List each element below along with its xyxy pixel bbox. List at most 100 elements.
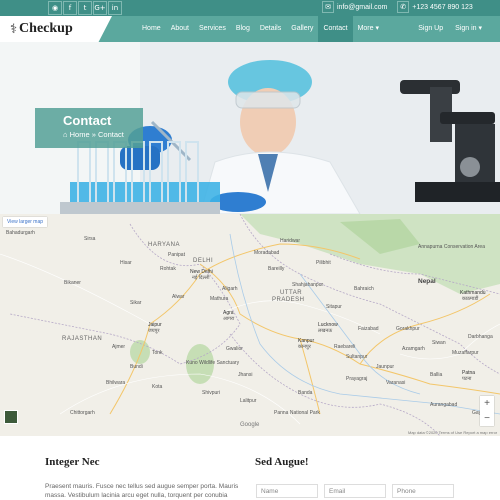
breadcrumb-home[interactable]: Home: [70, 130, 90, 139]
map-label: Chittorgarh: [70, 410, 95, 416]
signin-dropdown[interactable]: Sign in ▾: [449, 16, 488, 42]
map-label: Bareilly: [268, 266, 285, 272]
main-navbar: ⚕ Checkup Home About Services Blog Detai…: [0, 16, 500, 42]
map-label: UTTAR: [280, 290, 303, 296]
contact-info: ✉ info@gmail.com ✆ +123 4567 890 123: [322, 1, 483, 13]
map-label: Raebareli: [334, 344, 356, 350]
signup-link[interactable]: Sign Up: [412, 16, 449, 42]
page-title: Contact: [63, 113, 112, 128]
social-links: ◉ f t G+ in: [48, 1, 122, 15]
map-label: जयपुर: [148, 328, 160, 334]
phone-input[interactable]: [392, 484, 454, 498]
map-label: Kuno Wildlife Sanctuary: [186, 360, 240, 366]
map-label: Bikaner: [64, 280, 81, 286]
map-type-toggle[interactable]: [4, 410, 18, 424]
brand-name: Checkup: [19, 21, 73, 36]
map-label: Faizabad: [358, 326, 379, 332]
breadcrumb-current: Contact: [98, 130, 124, 139]
map-label: Gorakhpur: [396, 326, 420, 332]
map-label: HARYANA: [148, 242, 180, 248]
map-label: Nepal: [418, 278, 436, 285]
map-label: Mathura: [210, 296, 229, 302]
map-label: Darbhanga: [468, 334, 493, 340]
contact-section: Integer Nec Praesent mauris. Fusce nec t…: [0, 436, 500, 500]
twitter-icon[interactable]: t: [78, 1, 92, 15]
google-plus-icon[interactable]: G+: [93, 1, 107, 15]
map-label: Azamgarh: [402, 346, 425, 352]
map-label: Tonk: [152, 350, 163, 356]
nav-item-services[interactable]: Services: [194, 16, 231, 42]
map-attribution: Map data ©2020 Terms of Use Report a map…: [408, 430, 498, 435]
nav-item-gallery[interactable]: Gallery: [286, 16, 318, 42]
nav-item-blog[interactable]: Blog: [231, 16, 255, 42]
google-logo: Google: [240, 422, 260, 428]
rss-icon[interactable]: ◉: [48, 1, 62, 15]
map-label: DELHI: [193, 258, 214, 264]
map-label: Aurangabad: [430, 402, 458, 408]
breadcrumb: ⌂ Home » Contact: [63, 130, 143, 139]
map-label: Haridwar: [280, 238, 301, 244]
name-input[interactable]: [256, 484, 318, 498]
facebook-icon[interactable]: f: [63, 1, 77, 15]
nav-menu: Home About Services Blog Details Gallery…: [137, 16, 384, 42]
map-label: Panna National Park: [274, 410, 320, 416]
nav-item-details[interactable]: Details: [255, 16, 286, 42]
email-link[interactable]: info@gmail.com: [337, 4, 387, 11]
hero-banner: Contact ⌂ Home » Contact: [0, 42, 500, 214]
section-heading-right: Sed Augue!: [255, 456, 309, 468]
map-label: Moradabad: [254, 250, 280, 256]
zoom-out-button[interactable]: −: [480, 411, 494, 426]
map-label: PRADESH: [272, 297, 305, 303]
map-label: RAJASTHAN: [62, 336, 103, 342]
map-label: आगरा: [223, 316, 235, 322]
map-label: Alwar: [172, 294, 185, 300]
map-label: Jhansi: [238, 372, 253, 378]
view-larger-map-link[interactable]: View larger map: [3, 217, 48, 227]
map-label: Shahjahanpur: [292, 282, 324, 288]
map-label: Pilibhit: [316, 260, 331, 266]
map-label: Prayagraj: [346, 376, 368, 382]
map-label: Ajmer: [112, 344, 126, 350]
map-label: Annapurna Conservation Area: [418, 244, 485, 250]
nav-item-more[interactable]: More ▾: [353, 16, 384, 42]
top-bar: ◉ f t G+ in ✉ info@gmail.com ✆ +123 4567…: [0, 0, 500, 16]
map-label: Muzaffarpur: [452, 350, 479, 356]
auth-menu: Sign Up Sign in ▾: [412, 16, 488, 42]
linkedin-icon[interactable]: in: [108, 1, 122, 15]
map-label: Bundi: [130, 364, 143, 370]
nav-item-contact[interactable]: Contact: [318, 16, 353, 42]
map-label: Sirsa: [84, 236, 96, 242]
contact-form: [256, 484, 454, 498]
map-label: Shivpuri: [202, 390, 221, 396]
map-label: Ballia: [430, 372, 443, 378]
map-label: पटना: [462, 376, 472, 382]
map-label: Bahadurgarh: [6, 230, 35, 236]
page-title-box: Contact ⌂ Home » Contact: [35, 108, 143, 148]
map-label: कानपुर: [298, 344, 311, 350]
map-label: Jaunpur: [376, 364, 395, 370]
home-icon: ⌂: [63, 130, 68, 139]
map-label: Kota: [152, 384, 163, 390]
map-label: लखनऊ: [318, 328, 333, 334]
nav-item-home[interactable]: Home: [137, 16, 166, 42]
logo[interactable]: ⚕ Checkup: [0, 16, 112, 42]
map-label: Hisar: [120, 260, 132, 266]
stethoscope-icon: ⚕: [10, 21, 18, 37]
zoom-control: + −: [480, 396, 494, 426]
map-label: नई दिल्ली: [192, 275, 210, 281]
map-label: Gwalior: [226, 346, 243, 352]
map-label: Rohtak: [160, 266, 176, 272]
map-label: Aligarh: [222, 286, 238, 292]
section-heading-left: Integer Nec: [45, 456, 100, 468]
breadcrumb-separator: »: [91, 130, 96, 139]
nav-item-about[interactable]: About: [166, 16, 194, 42]
email-input[interactable]: [324, 484, 386, 498]
map-label: Varanasi: [386, 380, 406, 386]
map-label: काठमाडौं: [462, 296, 479, 302]
map-label: Banda: [298, 390, 313, 396]
google-map[interactable]: View larger map HARYANA DELHI New Delhi …: [0, 214, 500, 436]
phone-icon: ✆: [397, 1, 410, 13]
map-label: Bahraich: [354, 286, 374, 292]
map-label: Sultanpur: [346, 354, 368, 360]
zoom-in-button[interactable]: +: [480, 396, 494, 411]
